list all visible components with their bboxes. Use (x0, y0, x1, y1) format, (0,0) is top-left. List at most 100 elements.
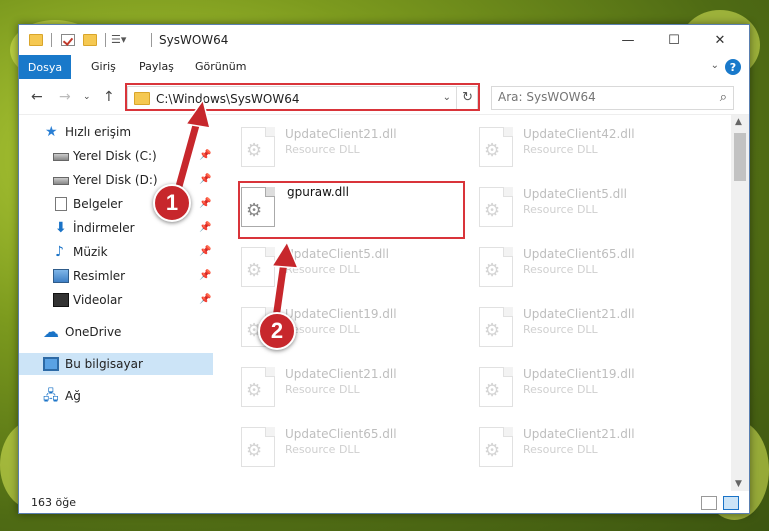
sidebar-item-local-disk-c[interactable]: Yerel Disk (C:) 📌 (19, 145, 213, 167)
large-icons-view-icon[interactable] (723, 496, 739, 510)
scroll-up-icon[interactable]: ▲ (735, 117, 742, 127)
file-list: ⚙ UpdateClient21.dll Resource DLL ⚙ gpur… (219, 115, 729, 491)
sidebar-item-label: Belgeler (73, 197, 123, 211)
address-highlight-box (125, 83, 480, 111)
file-type: Resource DLL (523, 383, 598, 396)
pin-icon[interactable]: 📌 (199, 270, 211, 281)
cloud-icon: ☁ (43, 322, 59, 341)
star-icon: ★ (45, 124, 58, 140)
navigation-pane: ★ Hızlı erişim Yerel Disk (C:) 📌 Yerel D… (19, 115, 213, 491)
explorer-window: ☰▾ SysWOW64 — ☐ ✕ Dosya Giriş Paylaş Gör… (18, 24, 750, 514)
file-type: Resource DLL (523, 263, 598, 276)
file-name: UpdateClient21.dll (523, 427, 635, 441)
sidebar-item-videos[interactable]: Videolar 📌 (19, 289, 213, 311)
sidebar-item-onedrive[interactable]: ☁ OneDrive (19, 321, 213, 343)
music-icon: ♪ (55, 244, 64, 260)
file-item[interactable]: ⚙ UpdateClient5.dll Resource DLL (219, 239, 449, 291)
sidebar-item-network[interactable]: 🖧 Ağ (19, 385, 213, 407)
dll-file-icon: ⚙ (479, 427, 513, 467)
sidebar-item-label: Müzik (73, 245, 108, 259)
sidebar-item-label: Yerel Disk (C:) (73, 149, 157, 163)
minimize-button[interactable]: — (605, 25, 651, 55)
file-type: Resource DLL (285, 143, 360, 156)
sidebar-item-label: Resimler (73, 269, 126, 283)
file-type: Resource DLL (523, 143, 598, 156)
download-icon: ⬇ (55, 220, 67, 236)
up-arrow-icon[interactable]: ↑ (103, 89, 115, 105)
pin-icon[interactable]: 📌 (199, 150, 211, 161)
file-item[interactable]: ⚙ UpdateClient21.dll Resource DLL (457, 419, 687, 471)
file-item[interactable]: ⚙ UpdateClient19.dll Resource DLL (219, 299, 449, 351)
file-name: UpdateClient21.dll (285, 127, 397, 141)
step-marker-2: 2 (258, 312, 296, 350)
file-type: Resource DLL (523, 323, 598, 336)
sidebar-item-pictures[interactable]: Resimler 📌 (19, 265, 213, 287)
vertical-scrollbar[interactable]: ▲ ▼ (731, 115, 749, 491)
details-view-icon[interactable] (701, 496, 717, 510)
help-button[interactable]: ? (725, 59, 741, 75)
computer-icon (43, 357, 59, 371)
tab-view[interactable]: Görünüm (195, 60, 246, 73)
sidebar-item-label: Videolar (73, 293, 123, 307)
dll-file-icon: ⚙ (479, 127, 513, 167)
dll-file-icon: ⚙ (479, 367, 513, 407)
sidebar-item-label: Hızlı erişim (65, 125, 132, 139)
file-type: Resource DLL (523, 203, 598, 216)
divider (151, 33, 152, 47)
file-name: UpdateClient5.dll (523, 187, 627, 201)
file-type: Resource DLL (285, 323, 360, 336)
sidebar-item-this-pc[interactable]: Bu bilgisayar (19, 353, 213, 375)
videos-icon (53, 293, 69, 307)
scrollbar-thumb[interactable] (734, 133, 746, 181)
search-input[interactable] (498, 90, 698, 104)
sidebar-item-downloads[interactable]: ⬇ İndirmeler 📌 (19, 217, 213, 239)
dll-file-icon: ⚙ (241, 247, 275, 287)
tab-home[interactable]: Giriş (91, 60, 116, 73)
recent-locations-icon[interactable]: ⌄ (83, 92, 91, 102)
maximize-button[interactable]: ☐ (651, 25, 697, 55)
forward-arrow-icon[interactable]: → (59, 89, 71, 105)
sidebar-item-quick-access[interactable]: ★ Hızlı erişim (19, 121, 213, 143)
properties-icon[interactable] (61, 34, 75, 46)
step-marker-1: 1 (153, 184, 191, 222)
customize-toolbar-icon[interactable]: ☰▾ (111, 33, 126, 46)
file-item[interactable]: ⚙ UpdateClient19.dll Resource DLL (457, 359, 687, 411)
expand-ribbon-icon[interactable]: ⌄ (711, 60, 719, 71)
file-item[interactable]: ⚙ UpdateClient42.dll Resource DLL (457, 119, 687, 171)
file-item[interactable]: ⚙ UpdateClient5.dll Resource DLL (457, 179, 687, 231)
item-count: 163 öğe (31, 496, 76, 509)
pin-icon[interactable]: 📌 (199, 174, 211, 185)
sidebar-item-label: Yerel Disk (D:) (73, 173, 158, 187)
sidebar-item-music[interactable]: ♪ Müzik 📌 (19, 241, 213, 263)
pin-icon[interactable]: 📌 (199, 198, 211, 209)
file-type: Resource DLL (523, 443, 598, 456)
file-name: UpdateClient65.dll (523, 247, 635, 261)
divider (105, 33, 106, 47)
title-bar: ☰▾ SysWOW64 — ☐ ✕ (19, 25, 749, 55)
search-box[interactable]: ⌕ (491, 86, 734, 110)
close-button[interactable]: ✕ (697, 25, 743, 55)
search-icon[interactable]: ⌕ (720, 90, 727, 105)
sidebar-item-label: Bu bilgisayar (65, 357, 143, 371)
file-item[interactable]: ⚙ UpdateClient65.dll Resource DLL (219, 419, 449, 471)
document-icon (55, 197, 67, 211)
file-name: UpdateClient19.dll (523, 367, 635, 381)
sidebar-item-label: Ağ (65, 389, 81, 403)
file-type: Resource DLL (285, 443, 360, 456)
pin-icon[interactable]: 📌 (199, 246, 211, 257)
new-folder-icon[interactable] (83, 34, 97, 46)
back-arrow-icon[interactable]: ← (31, 89, 43, 105)
file-name: UpdateClient42.dll (523, 127, 635, 141)
file-type: Resource DLL (285, 263, 360, 276)
file-item[interactable]: ⚙ UpdateClient21.dll Resource DLL (457, 299, 687, 351)
tab-file[interactable]: Dosya (19, 55, 71, 79)
scroll-down-icon[interactable]: ▼ (735, 479, 742, 489)
ribbon-tabs: Dosya Giriş Paylaş Görünüm ⌄ ? (19, 55, 749, 79)
pin-icon[interactable]: 📌 (199, 294, 211, 305)
tab-share[interactable]: Paylaş (139, 60, 174, 73)
file-item[interactable]: ⚙ UpdateClient65.dll Resource DLL (457, 239, 687, 291)
file-item[interactable]: ⚙ UpdateClient21.dll Resource DLL (219, 119, 449, 171)
divider (51, 33, 52, 47)
pin-icon[interactable]: 📌 (199, 222, 211, 233)
file-item[interactable]: ⚙ UpdateClient21.dll Resource DLL (219, 359, 449, 411)
